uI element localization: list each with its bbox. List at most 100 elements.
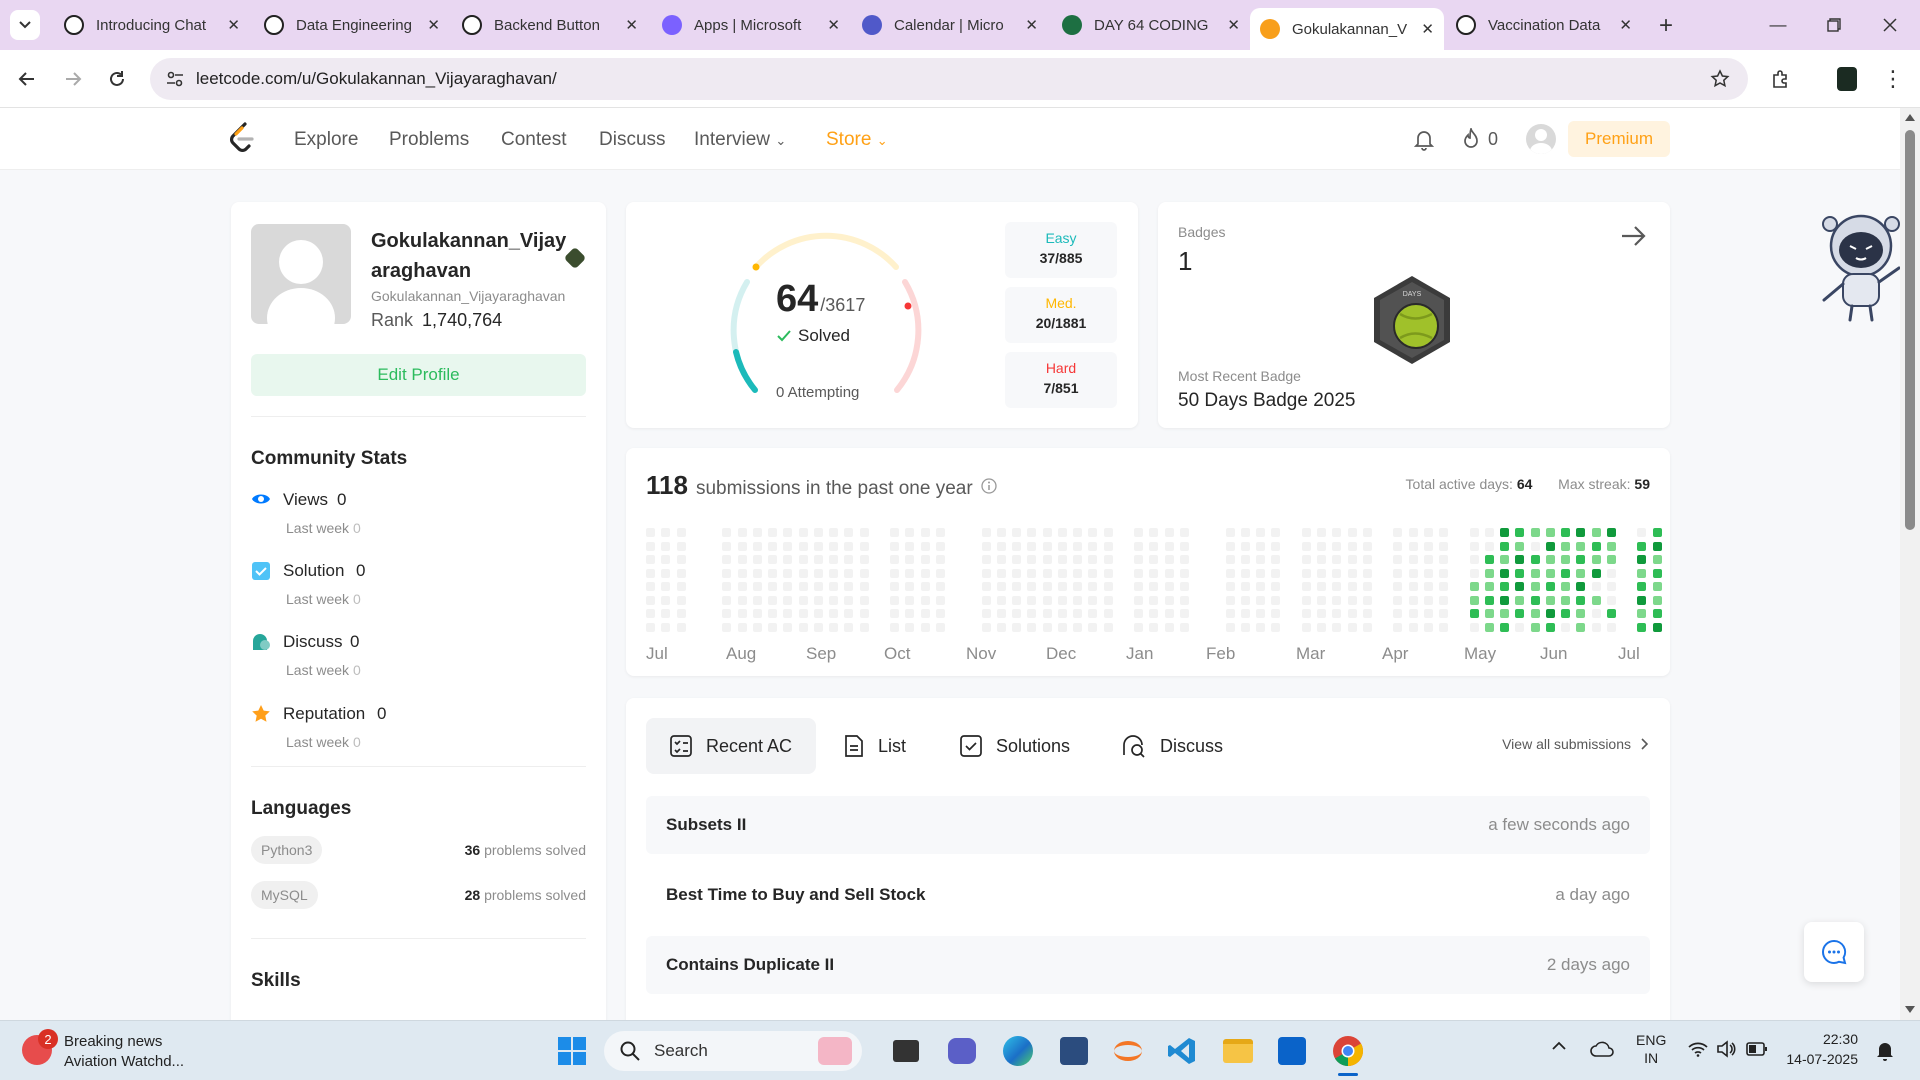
heatmap-day-cell[interactable] bbox=[1515, 555, 1525, 565]
heatmap-day-cell[interactable] bbox=[844, 568, 854, 578]
heatmap-day-cell[interactable] bbox=[1515, 541, 1525, 551]
heatmap-day-cell[interactable] bbox=[1164, 595, 1174, 605]
heatmap-day-cell[interactable] bbox=[981, 622, 991, 632]
heatmap-day-cell[interactable] bbox=[1362, 568, 1372, 578]
heatmap-day-cell[interactable] bbox=[905, 555, 915, 565]
heatmap-day-cell[interactable] bbox=[1362, 622, 1372, 632]
heatmap-day-cell[interactable] bbox=[646, 622, 655, 632]
heatmap-day-cell[interactable] bbox=[737, 555, 747, 565]
heatmap-day-cell[interactable] bbox=[1271, 595, 1281, 605]
heatmap-day-cell[interactable] bbox=[646, 582, 655, 592]
heatmap-day-cell[interactable] bbox=[1057, 582, 1067, 592]
heatmap-day-cell[interactable] bbox=[1561, 528, 1571, 537]
heatmap-day-cell[interactable] bbox=[676, 568, 686, 578]
scrollbar-up-arrow[interactable] bbox=[1905, 114, 1915, 121]
heatmap-day-cell[interactable] bbox=[1393, 568, 1403, 578]
heatmap-day-cell[interactable] bbox=[1073, 622, 1083, 632]
heatmap-day-cell[interactable] bbox=[798, 568, 808, 578]
heatmap-day-cell[interactable] bbox=[1591, 528, 1601, 537]
heatmap-day-cell[interactable] bbox=[1530, 622, 1540, 632]
heatmap-day-cell[interactable] bbox=[981, 595, 991, 605]
heatmap-day-cell[interactable] bbox=[1134, 595, 1144, 605]
heatmap-day-cell[interactable] bbox=[1576, 582, 1586, 592]
heatmap-day-cell[interactable] bbox=[1012, 595, 1022, 605]
heatmap-day-cell[interactable] bbox=[1393, 595, 1403, 605]
language-tag-python3[interactable]: Python3 bbox=[251, 836, 323, 864]
heatmap-day-cell[interactable] bbox=[920, 568, 930, 578]
heatmap-day-cell[interactable] bbox=[1240, 609, 1250, 619]
heatmap-day-cell[interactable] bbox=[1652, 595, 1662, 605]
close-tab-icon[interactable]: ✕ bbox=[1227, 16, 1240, 34]
heatmap-day-cell[interactable] bbox=[646, 568, 655, 578]
heatmap-day-cell[interactable] bbox=[661, 582, 671, 592]
heatmap-day-cell[interactable] bbox=[1057, 609, 1067, 619]
premium-button[interactable]: Premium bbox=[1568, 121, 1670, 157]
heatmap-day-cell[interactable] bbox=[1042, 528, 1052, 537]
profile-button[interactable] bbox=[1830, 62, 1864, 96]
edit-profile-button[interactable]: Edit Profile bbox=[251, 354, 586, 396]
heatmap-day-cell[interactable] bbox=[737, 609, 747, 619]
heatmap-day-cell[interactable] bbox=[1073, 528, 1083, 537]
heatmap-day-cell[interactable] bbox=[1073, 541, 1083, 551]
heatmap-day-cell[interactable] bbox=[1088, 555, 1098, 565]
heatmap-day-cell[interactable] bbox=[1012, 555, 1022, 565]
heatmap-day-cell[interactable] bbox=[996, 622, 1006, 632]
heatmap-day-cell[interactable] bbox=[813, 609, 823, 619]
heatmap-day-cell[interactable] bbox=[1134, 528, 1144, 537]
heatmap-day-cell[interactable] bbox=[1164, 622, 1174, 632]
heatmap-day-cell[interactable] bbox=[1271, 541, 1281, 551]
heatmap-day-cell[interactable] bbox=[1362, 582, 1372, 592]
heatmap-day-cell[interactable] bbox=[905, 541, 915, 551]
heatmap-day-cell[interactable] bbox=[1530, 555, 1540, 565]
heatmap-day-cell[interactable] bbox=[1408, 622, 1418, 632]
heatmap-day-cell[interactable] bbox=[1576, 568, 1586, 578]
heatmap-day-cell[interactable] bbox=[905, 595, 915, 605]
heatmap-day-cell[interactable] bbox=[1423, 528, 1433, 537]
heatmap-day-cell[interactable] bbox=[1393, 582, 1403, 592]
heatmap-day-cell[interactable] bbox=[1637, 528, 1647, 537]
heatmap-day-cell[interactable] bbox=[783, 622, 793, 632]
nav-problems[interactable]: Problems bbox=[389, 129, 469, 151]
heatmap-day-cell[interactable] bbox=[829, 555, 839, 565]
heatmap-day-cell[interactable] bbox=[646, 541, 655, 551]
heatmap-day-cell[interactable] bbox=[1057, 595, 1067, 605]
heatmap-day-cell[interactable] bbox=[1256, 568, 1266, 578]
heatmap-day-cell[interactable] bbox=[1042, 622, 1052, 632]
new-tab-button[interactable]: + bbox=[1652, 12, 1680, 40]
news-widget[interactable]: 2 Breaking news Aviation Watchd... bbox=[20, 1029, 220, 1073]
heatmap-day-cell[interactable] bbox=[890, 541, 900, 551]
heatmap-day-cell[interactable] bbox=[920, 541, 930, 551]
heatmap-day-cell[interactable] bbox=[1225, 582, 1235, 592]
page-scrollbar[interactable] bbox=[1900, 108, 1920, 1020]
heatmap-day-cell[interactable] bbox=[722, 541, 732, 551]
heatmap-day-cell[interactable] bbox=[1149, 541, 1159, 551]
heatmap-day-cell[interactable] bbox=[646, 555, 655, 565]
heatmap-day-cell[interactable] bbox=[752, 541, 762, 551]
heatmap-day-cell[interactable] bbox=[1103, 622, 1113, 632]
heatmap-day-cell[interactable] bbox=[1606, 541, 1616, 551]
close-tab-icon[interactable]: ✕ bbox=[1421, 20, 1434, 38]
heatmap-day-cell[interactable] bbox=[1164, 555, 1174, 565]
heatmap-day-cell[interactable] bbox=[1027, 541, 1037, 551]
heatmap-day-cell[interactable] bbox=[1332, 555, 1342, 565]
heatmap-day-cell[interactable] bbox=[1347, 541, 1357, 551]
heatmap-day-cell[interactable] bbox=[752, 595, 762, 605]
heatmap-day-cell[interactable] bbox=[798, 622, 808, 632]
heatmap-day-cell[interactable] bbox=[1545, 609, 1555, 619]
close-tab-icon[interactable]: ✕ bbox=[1025, 16, 1038, 34]
heatmap-day-cell[interactable] bbox=[1469, 528, 1479, 537]
heatmap-day-cell[interactable] bbox=[1500, 609, 1510, 619]
heatmap-day-cell[interactable] bbox=[1057, 622, 1067, 632]
heatmap-day-cell[interactable] bbox=[661, 528, 671, 537]
heatmap-day-cell[interactable] bbox=[1256, 528, 1266, 537]
heatmap-day-cell[interactable] bbox=[1301, 541, 1311, 551]
heatmap-day-cell[interactable] bbox=[1134, 555, 1144, 565]
heatmap-day-cell[interactable] bbox=[783, 609, 793, 619]
heatmap-day-cell[interactable] bbox=[1347, 582, 1357, 592]
heatmap-day-cell[interactable] bbox=[768, 582, 778, 592]
heatmap-day-cell[interactable] bbox=[1179, 582, 1189, 592]
heatmap-day-cell[interactable] bbox=[1652, 582, 1662, 592]
robot-mascot-icon[interactable] bbox=[1818, 210, 1900, 322]
heatmap-day-cell[interactable] bbox=[752, 528, 762, 537]
heatmap-day-cell[interactable] bbox=[1103, 568, 1113, 578]
